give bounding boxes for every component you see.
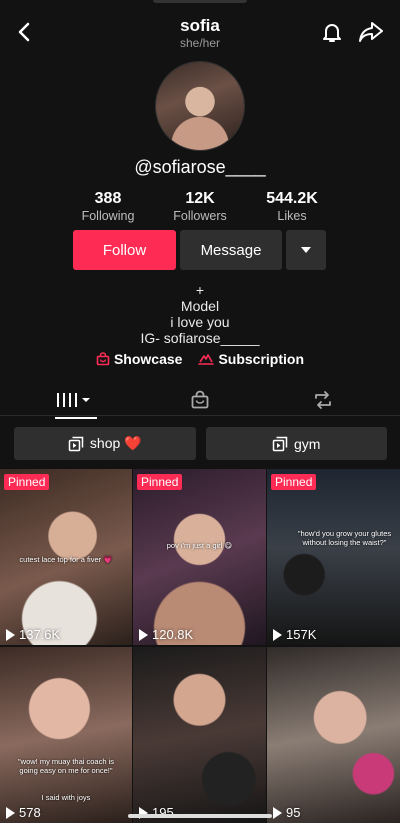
playlist-icon [272, 436, 288, 451]
play-icon [273, 628, 282, 641]
stat-value: 12K [185, 190, 215, 207]
shopping-bag-icon [96, 352, 110, 366]
playlist-icon [68, 436, 84, 451]
view-count: 157K [273, 627, 316, 642]
stat-following[interactable]: 388 Following [62, 190, 154, 226]
showcase-link[interactable]: Showcase [96, 351, 182, 367]
top-bar: sofia she/her [0, 0, 400, 60]
view-count-value: 95 [286, 805, 301, 820]
pinned-badge: Pinned [4, 474, 50, 490]
message-button[interactable]: Message [180, 230, 282, 270]
play-icon [273, 806, 282, 819]
videos-grid-icon [57, 393, 90, 407]
video-thumbnail[interactable]: Pinned pov i'm just a girl 😋 120.8K [133, 469, 266, 645]
tab-videos[interactable] [55, 386, 97, 419]
video-thumbnail[interactable]: Pinned "how'd you grow your glutes witho… [267, 469, 400, 645]
video-caption: cutest lace top for a fiver 💗 [19, 555, 113, 564]
video-caption-secondary: I said with joys [41, 793, 91, 802]
stat-value: 544.2K [266, 190, 318, 207]
avatar[interactable] [155, 61, 245, 151]
follow-button[interactable]: Follow [73, 230, 176, 270]
tab-reposts[interactable] [311, 386, 335, 414]
playlist-label: gym [294, 435, 321, 452]
subscription-label: Subscription [218, 351, 305, 367]
shopping-bag-icon [191, 390, 209, 409]
content-tabs [0, 382, 400, 419]
video-caption: "how'd you grow your glutes without losi… [297, 529, 392, 547]
profile-handle: @sofiarose____ [134, 157, 266, 177]
bio-line: + [195, 282, 205, 298]
profile-links: Showcase Subscription [0, 351, 400, 367]
stat-followers[interactable]: 12K Followers [154, 190, 246, 226]
home-indicator[interactable] [128, 814, 272, 818]
avatar-image [156, 62, 244, 150]
tab-shop[interactable] [188, 386, 212, 414]
stat-label: Followers [173, 209, 227, 223]
view-count: 578 [6, 805, 41, 820]
view-count: 137.6K [6, 627, 60, 642]
video-caption: "wow! my muay thai coach is going easy o… [17, 757, 115, 775]
playlist-label: shop ❤️ [89, 435, 142, 451]
view-count-value: 578 [19, 805, 41, 820]
play-icon [6, 806, 15, 819]
repost-icon [315, 391, 331, 409]
more-suggestions-button[interactable] [286, 230, 326, 270]
stat-label: Likes [277, 209, 307, 223]
view-count: 95 [273, 805, 300, 820]
profile-bio: + Model i love you IG- sofiarose_____ [0, 282, 400, 346]
stat-label: Following [81, 209, 135, 223]
subscription-icon [198, 354, 215, 365]
stat-value: 388 [94, 190, 122, 207]
play-icon [6, 628, 15, 641]
bio-line: i love you [170, 314, 230, 330]
playlists: shop ❤️ gym [14, 427, 387, 460]
view-count: 120.8K [139, 627, 193, 642]
bell-icon[interactable] [320, 20, 344, 44]
pinned-badge: Pinned [137, 474, 183, 490]
video-thumbnail[interactable]: 95 [267, 647, 400, 823]
playlist-gym[interactable]: gym [205, 427, 387, 460]
view-count-value: 137.6K [19, 627, 61, 642]
share-icon[interactable] [358, 20, 384, 44]
stat-likes[interactable]: 544.2K Likes [246, 190, 338, 226]
view-count-value: 157K [286, 627, 317, 642]
subscription-link[interactable]: Subscription [198, 351, 304, 367]
video-thumbnail[interactable]: "wow! my muay thai coach is going easy o… [0, 647, 132, 823]
video-grid: Pinned cutest lace top for a fiver 💗 137… [0, 469, 400, 823]
showcase-label: Showcase [113, 351, 183, 367]
video-caption: pov i'm just a girl 😋 [166, 541, 233, 550]
video-thumbnail[interactable]: Pinned cutest lace top for a fiver 💗 137… [0, 469, 132, 645]
pinned-badge: Pinned [271, 474, 317, 490]
profile-actions: Follow Message [73, 230, 326, 270]
profile-stats: 388 Following 12K Followers 544.2K Likes [62, 190, 338, 226]
view-count-value: 120.8K [152, 627, 194, 642]
play-icon [139, 628, 148, 641]
caret-down-icon [301, 247, 311, 253]
video-thumbnail[interactable]: 195 [133, 647, 266, 823]
playlist-shop[interactable]: shop ❤️ [14, 427, 196, 460]
bio-line: Model [180, 298, 220, 314]
bio-line: IG- sofiarose_____ [140, 330, 260, 346]
